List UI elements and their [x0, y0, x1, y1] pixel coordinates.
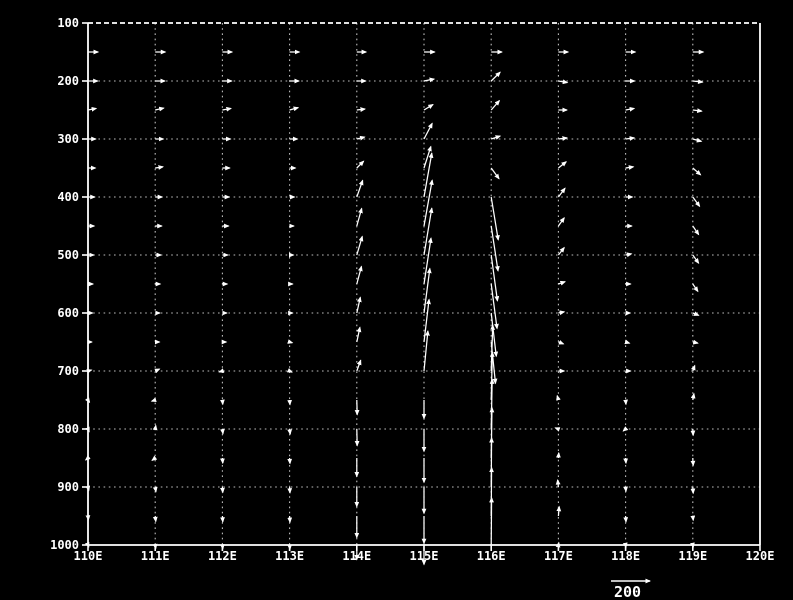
wind-vector: [558, 248, 564, 255]
wind-vector: [290, 429, 291, 434]
wind-vector: [558, 138, 567, 139]
wind-vector: [558, 218, 564, 226]
x-tick-label: 112E: [208, 549, 237, 563]
wind-vector: [357, 137, 365, 139]
wind-vector: [155, 108, 164, 110]
wind-vector: [222, 108, 231, 110]
wind-vector: [558, 312, 564, 313]
y-tick-label: 600: [57, 306, 79, 320]
wind-vector: [558, 188, 565, 197]
wind-vector: [424, 208, 432, 255]
wind-vector: [357, 360, 361, 371]
wind-vector: [424, 123, 432, 139]
y-axis-labels: 100 200 300 400 500 600 700 800 900 1000: [50, 16, 79, 552]
x-tick-label: 119E: [678, 549, 707, 563]
wind-vector: [491, 168, 499, 179]
wind-vector: [626, 254, 632, 255]
wind-vector: [693, 394, 694, 400]
wind-vector: [357, 208, 362, 226]
wind-vector: [155, 425, 156, 429]
wind-vector: [290, 108, 299, 110]
wind-vector: [88, 487, 89, 491]
y-tick-label: 200: [57, 74, 79, 88]
wind-vector: [558, 342, 563, 344]
x-tick-label: 116E: [477, 549, 506, 563]
vector-field-chart: 110E111E112E113E114E115E116E117E118E119E…: [0, 0, 793, 600]
wind-vector: [88, 545, 89, 547]
y-tick-label: 300: [57, 132, 79, 146]
wind-vector: [693, 81, 703, 82]
wind-vector: [693, 168, 701, 175]
wind-vector: [155, 487, 156, 492]
reference-label: 200: [614, 583, 641, 600]
wind-vector: [491, 101, 499, 110]
x-tick-label: 118E: [611, 549, 640, 563]
wind-vector: [222, 429, 223, 434]
x-tick-label: 111E: [141, 549, 170, 563]
wind-vector: [357, 236, 362, 255]
wind-vector: [693, 284, 698, 291]
wind-vector: [693, 342, 698, 343]
wind-vector: [491, 72, 500, 81]
wind-vector: [693, 197, 700, 206]
wind-vector: [558, 162, 566, 168]
wind-vector: [693, 226, 699, 235]
x-tick-label: 113E: [275, 549, 304, 563]
wind-vector: [357, 180, 363, 197]
quiver-figure: 110E111E112E113E114E115E116E117E118E119E…: [0, 0, 793, 600]
wind-vector: [626, 138, 635, 139]
x-tick-label: 117E: [544, 549, 573, 563]
y-tick-label: 900: [57, 480, 79, 494]
wind-vector: [357, 266, 362, 284]
wind-vector: [424, 105, 433, 110]
wind-vector: [155, 369, 159, 371]
wind-vector: [88, 108, 96, 110]
y-tick-label: 1000: [50, 538, 79, 552]
y-tick-label: 500: [57, 248, 79, 262]
x-tick-label: 120E: [746, 549, 775, 563]
y-tick-label: 700: [57, 364, 79, 378]
wind-vector: [693, 255, 699, 263]
reference-vector: 200: [611, 581, 650, 600]
wind-vector: [558, 480, 559, 487]
wind-vector: [558, 507, 559, 516]
wind-vector: [558, 282, 565, 284]
wind-vector: [558, 81, 567, 83]
wind-vector: [557, 396, 558, 400]
wind-vector: [693, 110, 702, 111]
wind-vector: [626, 342, 630, 343]
y-tick-label: 400: [57, 190, 79, 204]
wind-vector: [152, 400, 156, 401]
wind-vector: [155, 516, 156, 521]
y-tick-label: 800: [57, 422, 79, 436]
wind-vector: [155, 167, 163, 168]
wind-vector: [626, 108, 635, 110]
wind-vector: [357, 109, 365, 110]
wind-vector: [357, 161, 364, 168]
y-tick-label: 100: [57, 16, 79, 30]
tick-marks: [82, 23, 760, 551]
wind-vector: [290, 342, 293, 343]
wind-vector: [626, 167, 634, 168]
wind-vector: [155, 545, 156, 549]
wind-vector: [555, 428, 558, 429]
vector-field: [86, 52, 704, 565]
wind-vector: [357, 327, 360, 342]
